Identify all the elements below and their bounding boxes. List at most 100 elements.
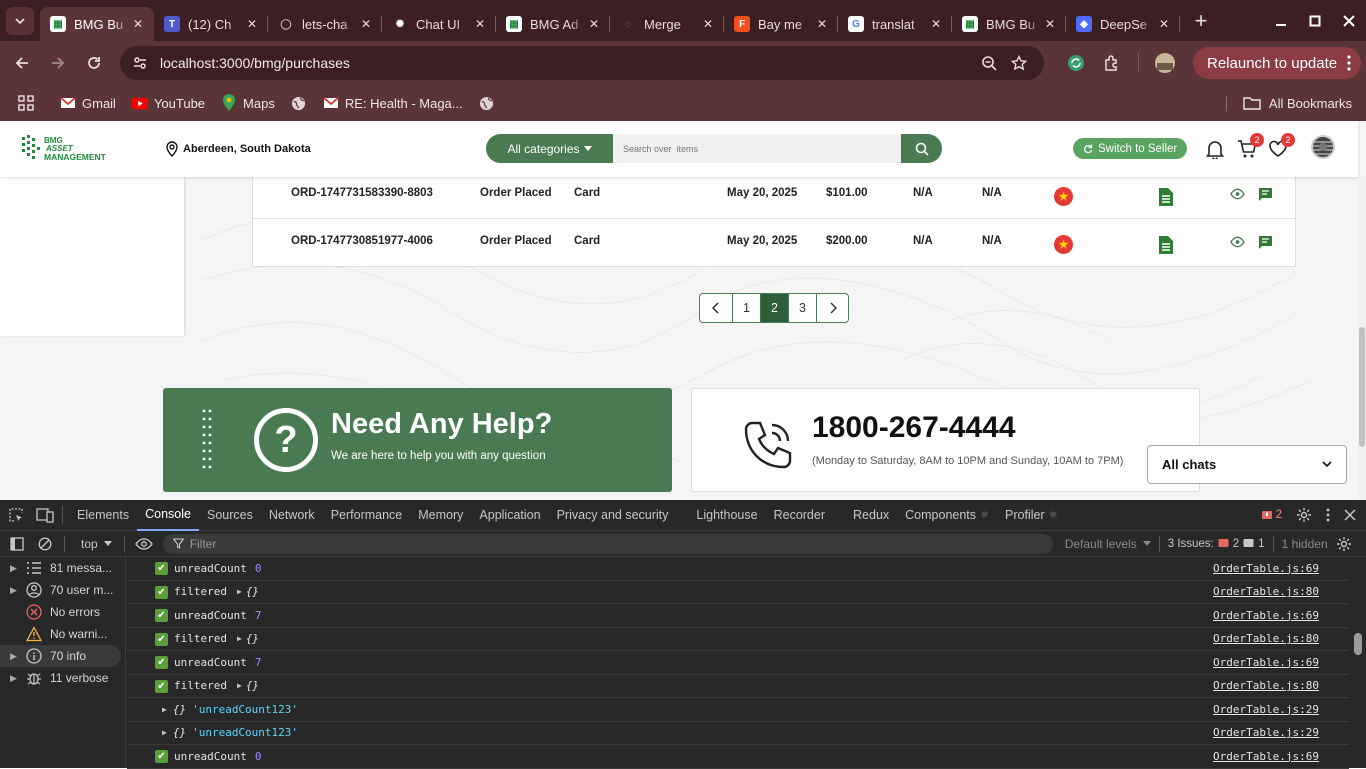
console-object-value[interactable]: {} [173,703,186,716]
console-source-link[interactable]: OrderTable.js:69 [1213,609,1319,622]
browser-tab[interactable]: ◯ lets-cha ✕ [268,7,382,41]
bookmark-item[interactable]: Gmail [52,89,124,117]
extensions-icon[interactable] [1094,45,1130,81]
devtools-tab[interactable]: Console [137,500,199,531]
console-object-value[interactable]: {} [246,585,259,598]
browser-tab[interactable]: ◆ DeepSe ✕ [1066,7,1180,41]
close-tab-icon[interactable]: ✕ [358,16,374,32]
close-tab-icon[interactable]: ✕ [1042,16,1058,32]
pagination-prev-button[interactable] [700,294,733,322]
device-toolbar-button[interactable] [32,500,62,531]
close-tab-icon[interactable]: ✕ [472,16,488,32]
bookmark-item[interactable]: RE: Health - Maga... [315,89,471,117]
expand-arrow-icon[interactable]: ▶ [237,681,242,690]
devtools-tab[interactable]: Lighthouse [688,500,765,531]
page-2-button[interactable]: 2 [761,294,789,322]
switch-to-seller-button[interactable]: Switch to Seller [1073,138,1188,159]
browser-tab[interactable]: ✺ Chat UI ✕ [382,7,496,41]
close-tab-icon[interactable]: ✕ [700,16,716,32]
console-filter-input[interactable]: Filter [162,533,1053,554]
reload-button[interactable] [76,45,112,81]
category-dropdown[interactable]: All categories [486,134,613,163]
notifications-button[interactable] [1204,138,1226,160]
wishlist-button[interactable]: 2 [1267,133,1295,160]
minimize-button[interactable] [1264,15,1298,27]
phone-number[interactable]: 1800-267-4444 [812,411,1016,445]
console-sidebar-item[interactable]: ▶ 70 user m... [0,579,125,601]
close-tab-icon[interactable]: ✕ [814,16,830,32]
address-bar[interactable]: localhost:3000/bmg/purchases [120,46,1044,80]
close-tab-icon[interactable]: ✕ [130,16,146,32]
console-object-value[interactable]: {} [246,632,259,645]
console-sidebar-item[interactable]: ▶ 11 verbose [0,667,125,689]
expand-arrow-icon[interactable]: ▶ [162,728,167,737]
console-source-link[interactable]: OrderTable.js:80 [1213,632,1319,645]
star-rating-icon[interactable]: ★ [1054,187,1073,206]
devtools-tab[interactable]: Components ⚛ [897,500,997,531]
eye-icon[interactable] [134,537,153,550]
back-button[interactable] [4,45,40,81]
expand-arrow-icon[interactable]: ▶ [237,634,242,643]
more-vert-icon[interactable] [1326,508,1330,522]
devtools-tab[interactable]: Privacy and security [549,500,677,531]
devtools-tab[interactable]: Elements [69,500,137,531]
invoice-document-icon[interactable] [1158,187,1174,207]
chat-message-icon[interactable] [1258,235,1273,253]
view-order-icon[interactable] [1230,235,1245,252]
chat-message-icon[interactable] [1258,187,1273,205]
bookmark-item[interactable] [471,89,503,117]
close-devtools-icon[interactable] [1344,509,1356,521]
close-tab-icon[interactable]: ✕ [1156,16,1172,32]
maximize-button[interactable] [1298,15,1332,27]
devtools-tab[interactable]: Memory [410,500,471,531]
star-rating-icon[interactable]: ★ [1054,235,1073,254]
console-object-value[interactable]: {} [246,679,259,692]
inspect-element-button[interactable] [0,500,32,531]
devtools-tab[interactable]: Application [471,500,548,531]
settings-gear-icon[interactable] [1296,507,1312,523]
console-source-link[interactable]: OrderTable.js:69 [1213,656,1319,669]
context-selector[interactable]: top [81,537,112,551]
console-scroll-thumb[interactable] [1354,633,1362,655]
console-sidebar-item[interactable]: ▶ 70 info [0,645,121,667]
all-bookmarks-button[interactable]: All Bookmarks [1225,95,1352,111]
error-counter[interactable]: 2 [1261,509,1282,521]
user-avatar[interactable] [1311,135,1335,159]
forward-button[interactable] [40,45,76,81]
bookmark-item[interactable]: YouTube [124,89,213,117]
page-1-button[interactable]: 1 [733,294,761,322]
console-sidebar-item[interactable]: No warni... [0,623,125,645]
chat-filter-select[interactable]: All chats [1147,445,1347,484]
devtools-tab[interactable]: Profiler ⚛ [997,500,1066,531]
clear-console-icon[interactable] [38,537,52,551]
console-source-link[interactable]: OrderTable.js:69 [1213,750,1319,763]
search-button[interactable] [901,134,942,163]
sync-extension-icon[interactable] [1058,45,1094,81]
relaunch-button[interactable]: Relaunch to update [1193,47,1362,79]
browser-tab[interactable]: Gtranslat ✕ [838,7,952,41]
browser-tab[interactable]: ◌ Merge ✕ [610,7,724,41]
cart-button[interactable]: 2 [1236,133,1264,160]
zoom-icon[interactable] [974,55,1004,71]
console-source-link[interactable]: OrderTable.js:29 [1213,726,1319,739]
browser-tab[interactable]: ▦ BMG Ad ✕ [496,7,610,41]
browser-tab[interactable]: ▦ BMG Bu ✕ [952,7,1066,41]
browser-tab[interactable]: ▦ BMG Bu ✕ [40,7,154,41]
console-source-link[interactable]: OrderTable.js:29 [1213,703,1319,716]
devtools-tab[interactable]: Recorder [766,500,833,531]
new-tab-button[interactable]: + [1186,6,1216,36]
close-tab-icon[interactable]: ✕ [244,16,260,32]
location-selector[interactable]: Aberdeen, South Dakota [163,140,311,158]
browser-tab[interactable]: F Bay me ✕ [724,7,838,41]
profile-avatar[interactable] [1147,45,1183,81]
bookmark-item[interactable] [283,89,315,117]
console-sidebar-item[interactable]: No errors [0,601,125,623]
console-source-link[interactable]: OrderTable.js:69 [1213,562,1319,575]
pagination-next-button[interactable] [817,294,848,322]
browser-tab[interactable]: T (12) Ch ✕ [154,7,268,41]
sidebar-toggle-icon[interactable] [10,536,24,551]
bookmark-star-icon[interactable] [1004,55,1034,71]
expand-arrow-icon[interactable]: ▶ [237,587,242,596]
apps-button[interactable] [10,89,42,117]
devtools-tab[interactable]: Redux [845,500,897,531]
